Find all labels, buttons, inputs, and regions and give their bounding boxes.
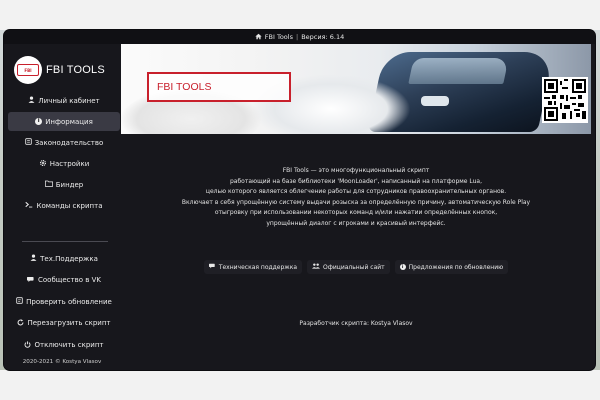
link-buttons: Техническая поддержка Официальный сайт i… [121,260,591,274]
sidebar-item-label: Тех.Поддержка [40,254,98,263]
reload-icon [17,319,24,328]
chat-icon [27,276,35,285]
sidebar-item-binder[interactable]: Биндер [8,175,120,194]
banner-image: FBI TOOLS [121,44,591,134]
description-line: упрощённый диалог с игроками и красивый … [266,219,446,227]
book-icon [24,138,32,147]
title-bar[interactable]: FBI Tools | Версия: 6.14 [4,30,595,44]
folder-icon [44,180,53,189]
sidebar-actions: Тех.Поддержка Сообщество в VK Проверить … [8,249,120,357]
description: FBI Tools — это многофункциональный скри… [121,166,591,229]
sidebar-item-label: Проверить обновление [26,297,112,306]
users-icon [312,263,321,271]
version-label: Версия: 6.14 [301,33,345,41]
sidebar-item-label: Отключить скрипт [34,340,104,349]
description-line: FBI Tools — это многофункциональный скри… [282,167,430,174]
bottom-margin [0,370,600,400]
window-title: FBI Tools [264,33,293,41]
button-label: Официальный сайт [323,263,385,271]
car-headlight [421,96,449,106]
user-icon [28,96,35,105]
sidebar-item-label: Законодательство [34,138,104,147]
sidebar-item-info[interactable]: i Информация [8,112,120,131]
fbi-badge-icon: FBI [14,56,42,84]
home-icon [255,33,262,42]
gear-icon [39,159,47,169]
sidebar-item-settings[interactable]: Настройки [8,154,120,173]
button-label: Предложения по обновлению [408,263,504,271]
power-icon [24,341,31,350]
sidebar-item-reload[interactable]: Перезагрузить скрипт [8,314,120,333]
copyright: 2020-2021 © Kostya Vlasov [22,359,102,365]
support-icon [30,254,37,263]
qr-code-icon [542,77,588,123]
info-icon: i [399,264,406,270]
sidebar-item-label: Настройки [49,159,90,168]
fbi-tools-window: FBI Tools | Версия: 6.14 FBI FBI TOOLS Л… [4,30,595,370]
logo: FBI FBI TOOLS [14,52,118,88]
chat-icon [208,263,216,271]
sidebar-item-disable[interactable]: Отключить скрипт [8,335,120,354]
developer-credit: Разработчик скрипта: Kostya Vlasov [299,320,413,327]
top-margin [0,0,600,30]
description-line: работающий на базе библиотеки 'MoonLoade… [230,177,482,185]
info-content: FBI Tools — это многофункциональный скри… [121,134,591,370]
sidebar-item-check-update[interactable]: Проверить обновление [8,292,120,311]
sidebar-item-label: Команды скрипта [36,201,103,210]
sidebar-item-cabinet[interactable]: Личный кабинет [8,91,120,110]
sidebar-item-vk[interactable]: Сообщество в VK [8,271,120,290]
sidebar-item-label: Биндер [55,180,84,189]
terminal-icon [25,201,33,210]
sidebar-item-legislation[interactable]: Законодательство [8,133,120,152]
tech-support-button[interactable]: Техническая поддержка [203,260,303,274]
description-line: целью которого является облегчение работ… [205,188,507,195]
button-label: Техническая поддержка [218,263,298,271]
update-suggestions-button[interactable]: i Предложения по обновлению [394,260,509,274]
sidebar-item-label: Личный кабинет [38,96,100,105]
banner-title: FBI TOOLS [147,72,291,102]
sidebar-divider [22,241,108,242]
sidebar-item-support[interactable]: Тех.Поддержка [8,249,120,268]
sidebar-item-label: Информация [45,117,93,126]
update-icon [16,297,23,306]
description-line: отыгровку при использовании некоторых ко… [214,209,498,216]
official-site-button[interactable]: Официальный сайт [307,260,390,274]
description-line: Включает в себя упрощённую систему выдач… [181,198,531,206]
logo-text: FBI TOOLS [46,64,105,76]
sidebar-item-label: Перезагрузить скрипт [27,319,111,328]
title-separator: | [295,33,299,41]
sidebar: FBI FBI TOOLS Личный кабинет i Информаци… [4,44,120,370]
sidebar-item-label: Сообщество в VK [38,276,101,285]
car-window [408,58,509,84]
info-icon: i [35,118,43,125]
sidebar-menu: Личный кабинет i Информация Законодатель… [8,91,120,217]
sidebar-item-commands[interactable]: Команды скрипта [8,196,120,215]
